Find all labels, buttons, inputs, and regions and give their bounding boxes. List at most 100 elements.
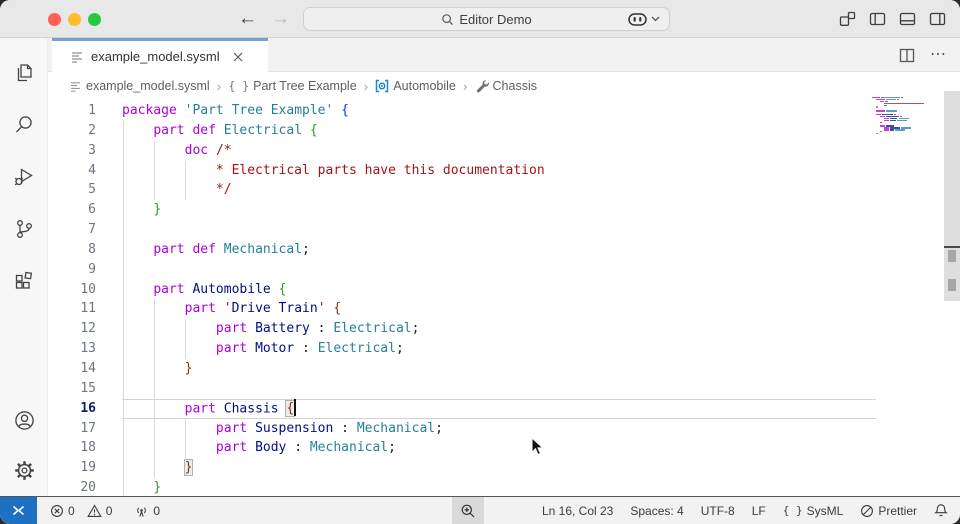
close-window-button[interactable] bbox=[48, 13, 61, 26]
vertical-scrollbar[interactable] bbox=[944, 91, 960, 301]
settings-gear-icon[interactable] bbox=[0, 445, 48, 495]
remote-indicator[interactable] bbox=[0, 497, 37, 524]
history-forward-button[interactable]: → bbox=[271, 6, 290, 32]
line-number: 5 bbox=[48, 180, 96, 200]
indent-guide bbox=[123, 399, 124, 419]
indent-guide bbox=[154, 141, 155, 161]
ports-status[interactable]: 0 bbox=[134, 504, 160, 518]
code-line[interactable]: doc /* bbox=[122, 141, 876, 161]
history-back-button[interactable]: ← bbox=[238, 6, 257, 32]
code-editor[interactable]: 1234567891011121314151617181920 package … bbox=[48, 100, 960, 496]
code-line[interactable] bbox=[122, 379, 876, 399]
code-line[interactable]: part 'Drive Train' { bbox=[122, 299, 876, 319]
breadcrumb-file[interactable]: example_model.sysml bbox=[70, 79, 210, 93]
copilot-menu[interactable] bbox=[628, 0, 660, 38]
tab-close-icon[interactable] bbox=[233, 52, 243, 62]
indent-guide bbox=[123, 280, 124, 300]
line-number: 14 bbox=[48, 359, 96, 379]
line-number: 7 bbox=[48, 220, 96, 240]
zoom-button[interactable] bbox=[452, 497, 484, 524]
indent-guide bbox=[123, 220, 124, 240]
code-line[interactable]: */ bbox=[122, 180, 876, 200]
line-number: 11 bbox=[48, 299, 96, 319]
language-mode-status[interactable]: { } SysML bbox=[783, 504, 844, 518]
code-line[interactable]: part def Mechanical; bbox=[122, 240, 876, 260]
eol-status[interactable]: LF bbox=[752, 504, 766, 518]
code-line[interactable]: } bbox=[122, 359, 876, 379]
line-number: 9 bbox=[48, 260, 96, 280]
explorer-icon[interactable] bbox=[0, 47, 48, 99]
line-number: 12 bbox=[48, 319, 96, 339]
breadcrumb-package[interactable]: { } Part Tree Example bbox=[228, 79, 356, 93]
code-line[interactable] bbox=[122, 260, 876, 280]
extensions-icon[interactable] bbox=[0, 255, 48, 307]
indent-guide bbox=[185, 161, 186, 181]
code-line[interactable]: } bbox=[122, 478, 876, 496]
indent-guide bbox=[185, 319, 186, 339]
toggle-primary-sidebar-icon[interactable] bbox=[869, 11, 886, 27]
status-bar: 0 0 0 Ln 16, Col 23 Spaces: 4 UTF bbox=[0, 496, 960, 524]
command-center-label: Editor Demo bbox=[459, 12, 531, 27]
copilot-icon bbox=[628, 13, 647, 26]
indentation-status[interactable]: Spaces: 4 bbox=[630, 504, 683, 518]
scrollbar-cursor-decoration bbox=[944, 246, 960, 248]
formatter-status[interactable]: Prettier bbox=[860, 504, 917, 518]
indent-guide bbox=[123, 359, 124, 379]
encoding-status[interactable]: UTF-8 bbox=[701, 504, 735, 518]
chevron-right-icon: › bbox=[217, 78, 222, 94]
account-icon[interactable] bbox=[0, 395, 48, 445]
warning-icon bbox=[87, 504, 102, 518]
indent-guide bbox=[123, 478, 124, 496]
minimize-window-button[interactable] bbox=[68, 13, 81, 26]
code-line[interactable]: part Automobile { bbox=[122, 280, 876, 300]
line-number: 19 bbox=[48, 458, 96, 478]
code-lines: package 'Part Tree Example' { part def E… bbox=[122, 101, 876, 496]
code-line[interactable]: } bbox=[122, 200, 876, 220]
line-number: 3 bbox=[48, 141, 96, 161]
indent-guide bbox=[154, 399, 155, 419]
toggle-panel-icon[interactable] bbox=[899, 11, 916, 27]
minimap[interactable] bbox=[872, 97, 938, 137]
command-center-search[interactable]: Editor Demo bbox=[303, 7, 670, 31]
ports-count: 0 bbox=[153, 504, 160, 518]
indent-guide bbox=[154, 161, 155, 181]
code-line[interactable] bbox=[122, 220, 876, 240]
part-symbol-icon bbox=[375, 79, 389, 93]
indent-guide bbox=[154, 339, 155, 359]
code-line[interactable]: package 'Part Tree Example' { bbox=[122, 101, 876, 121]
source-control-icon[interactable] bbox=[0, 203, 48, 255]
split-editor-icon[interactable] bbox=[899, 48, 915, 63]
maximize-window-button[interactable] bbox=[88, 13, 101, 26]
more-actions-icon[interactable]: ⋯ bbox=[930, 50, 946, 60]
breadcrumb: example_model.sysml › { } Part Tree Exam… bbox=[48, 72, 960, 100]
run-debug-icon[interactable] bbox=[0, 151, 48, 203]
notifications-bell-icon[interactable] bbox=[934, 503, 948, 518]
indent-guide bbox=[154, 458, 155, 478]
cursor-position-status[interactable]: Ln 16, Col 23 bbox=[542, 504, 613, 518]
code-line[interactable]: part Chassis { bbox=[122, 399, 876, 419]
problems-status[interactable]: 0 0 bbox=[50, 504, 112, 518]
code-line[interactable]: part Suspension : Mechanical; bbox=[122, 419, 876, 439]
indent-guide bbox=[154, 379, 155, 399]
line-number: 1 bbox=[48, 101, 96, 121]
breadcrumb-part-chassis[interactable]: Chassis bbox=[475, 79, 537, 93]
indent-guide bbox=[123, 379, 124, 399]
toggle-secondary-sidebar-icon[interactable] bbox=[929, 11, 946, 27]
code-line[interactable]: part Motor : Electrical; bbox=[122, 339, 876, 359]
indent-guide bbox=[123, 121, 124, 141]
breadcrumb-part-automobile[interactable]: Automobile bbox=[375, 79, 456, 93]
code-line[interactable]: part Body : Mechanical; bbox=[122, 438, 876, 458]
indent-guide bbox=[123, 419, 124, 439]
indent-guide bbox=[123, 339, 124, 359]
code-line[interactable]: part Battery : Electrical; bbox=[122, 319, 876, 339]
code-line[interactable]: part def Electrical { bbox=[122, 121, 876, 141]
braces-icon: { } bbox=[783, 504, 803, 517]
tab-example-model[interactable]: example_model.sysml bbox=[52, 38, 268, 72]
code-line[interactable]: } bbox=[122, 458, 876, 478]
customize-layout-icon[interactable] bbox=[839, 11, 856, 27]
code-line[interactable]: * Electrical parts have this documentati… bbox=[122, 161, 876, 181]
indent-guide bbox=[123, 260, 124, 280]
error-count: 0 bbox=[68, 504, 75, 518]
search-sidebar-icon[interactable] bbox=[0, 99, 48, 151]
zoom-in-icon bbox=[460, 503, 476, 519]
